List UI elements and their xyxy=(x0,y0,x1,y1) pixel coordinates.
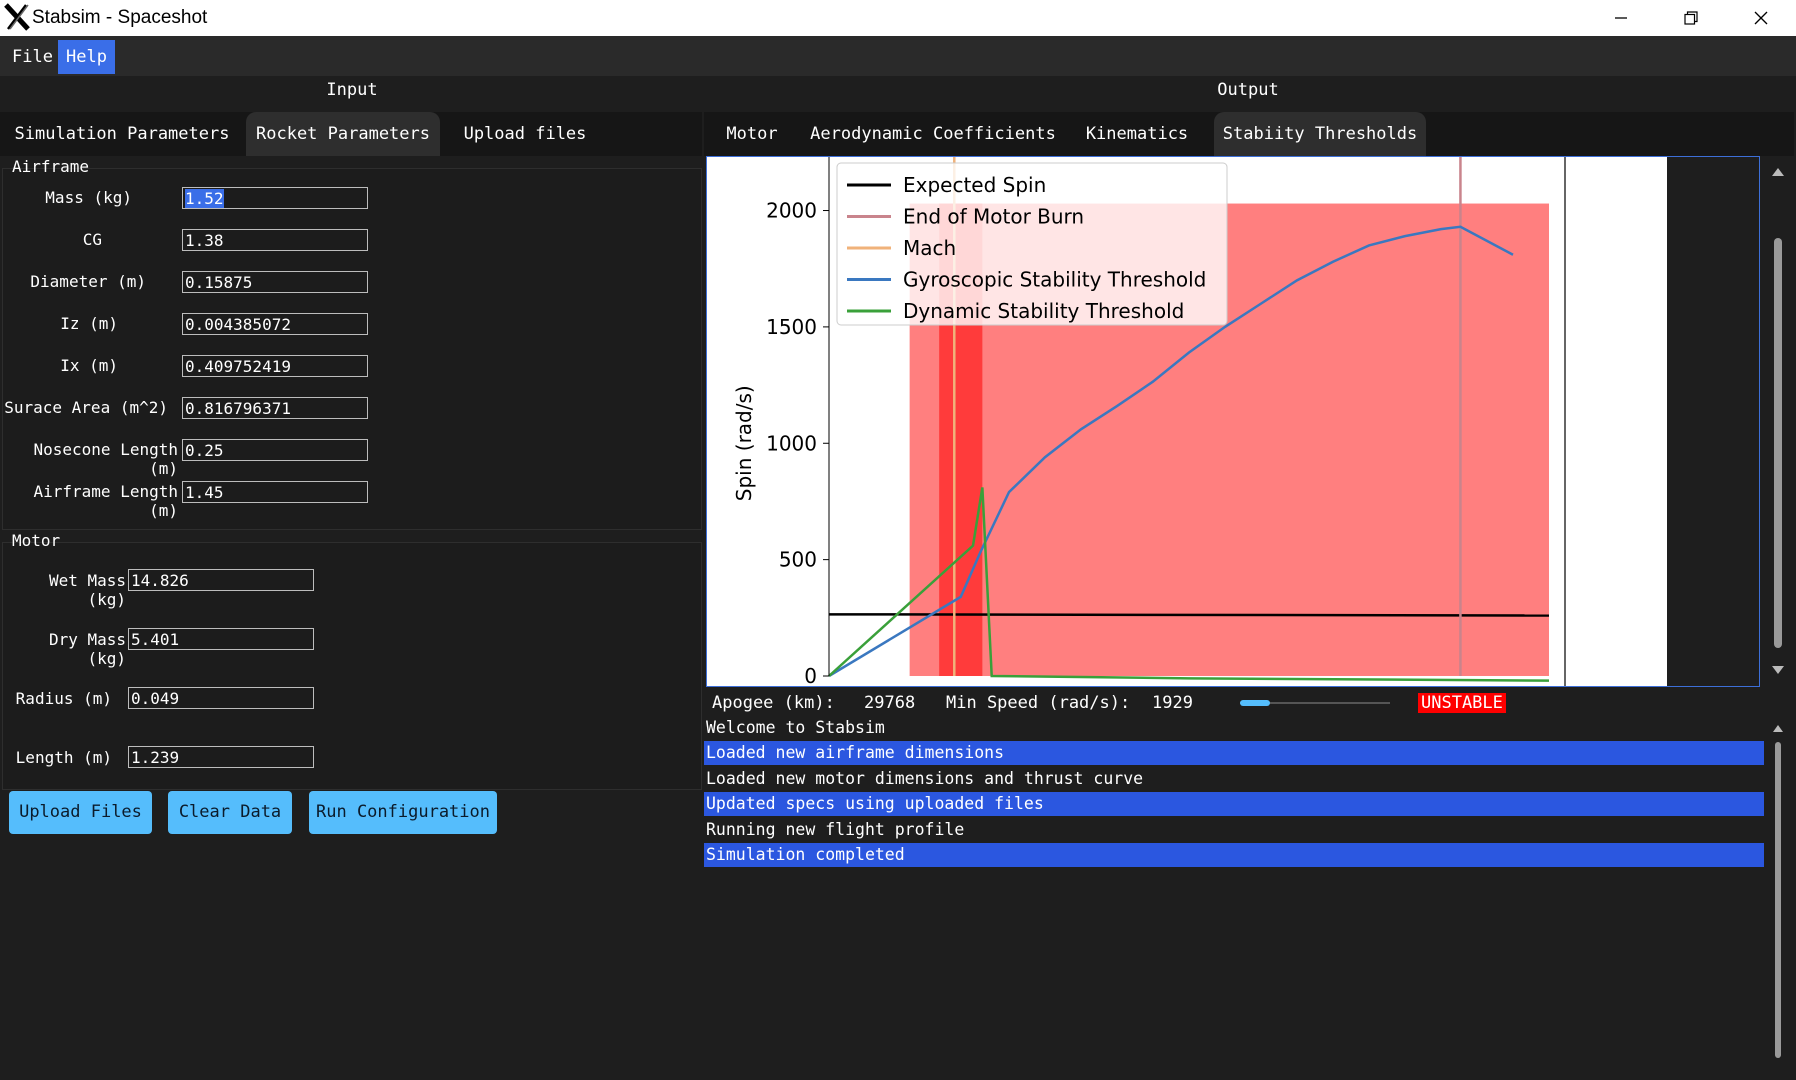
tab-simulation-parameters[interactable]: Simulation Parameters xyxy=(4,112,240,156)
progress-slider[interactable] xyxy=(1240,697,1390,709)
log-line: Running new flight profile xyxy=(706,820,965,839)
log-line: Updated specs using uploaded files xyxy=(704,792,1764,816)
log-line: Welcome to Stabsim xyxy=(706,718,885,737)
run-configuration-button[interactable]: Run Configuration xyxy=(309,791,497,834)
log-line: Simulation completed xyxy=(704,843,1764,867)
radius-field[interactable]: 0.049 xyxy=(128,687,314,709)
y-axis-label: Spin (rad/s) xyxy=(732,385,756,501)
wet-mass-field[interactable]: 14.826 xyxy=(128,569,314,591)
wet-mass-label: Wet Mass (kg) xyxy=(48,571,126,609)
plot-dark-margin xyxy=(1667,157,1759,686)
upload-files-button[interactable]: Upload Files xyxy=(9,791,152,834)
menu-help[interactable]: Help xyxy=(58,40,115,74)
tab-rocket-parameters[interactable]: Rocket Parameters xyxy=(246,112,440,156)
min-speed-value: 1929 xyxy=(1152,693,1193,713)
log-line: Loaded new motor dimensions and thrust c… xyxy=(706,769,1144,788)
airframe-section-label: Airframe xyxy=(12,157,90,176)
y-tick-label: 1000 xyxy=(766,431,817,455)
nosecone-length-field[interactable]: 0.25 xyxy=(182,439,368,461)
output-panel-heading: Output xyxy=(1217,80,1279,100)
diameter-field[interactable]: 0.15875 xyxy=(182,271,368,293)
dry-mass-label: Dry Mass (kg) xyxy=(48,630,126,668)
apogee-value: 29768 xyxy=(864,693,916,713)
iz-field[interactable]: 0.004385072 xyxy=(182,313,368,335)
plot-scrollbar[interactable] xyxy=(1764,156,1792,687)
iz-label: Iz (m) xyxy=(60,314,118,333)
stability-plot: 0 500 1000 1500 2000 Spin (rad/s) Expected Sp… xyxy=(706,156,1760,687)
log-scrollbar[interactable] xyxy=(1770,720,1786,1070)
surface-area-label: Surace Area (m^2) xyxy=(4,398,168,417)
tab-motor[interactable]: Motor xyxy=(712,112,792,156)
app-logo-icon xyxy=(4,3,30,31)
radius-label: Radius (m) xyxy=(15,689,112,708)
legend-label: Gyroscopic Stability Threshold xyxy=(903,268,1206,292)
ix-field[interactable]: 0.409752419 xyxy=(182,355,368,377)
legend-label: Mach xyxy=(903,236,956,260)
log-line: Loaded new airframe dimensions xyxy=(704,741,1764,765)
ix-label: Ix (m) xyxy=(60,356,118,375)
series-line-0 xyxy=(828,613,1550,617)
input-panel-heading: Input xyxy=(326,80,378,100)
legend-label: End of Motor Burn xyxy=(903,205,1084,229)
tab-upload-files[interactable]: Upload files xyxy=(450,112,600,156)
mass-field[interactable]: 1.52 xyxy=(182,187,368,209)
cg-field[interactable]: 1.38 xyxy=(182,229,368,251)
surface-area-field[interactable]: 0.816796371 xyxy=(182,397,368,419)
y-tick-label: 500 xyxy=(779,548,817,572)
tab-aerodynamic-coefficients[interactable]: Aerodynamic Coefficients xyxy=(808,112,1058,156)
legend-label: Expected Spin xyxy=(903,173,1046,197)
menu-file[interactable]: File xyxy=(4,40,61,74)
clear-data-button[interactable]: Clear Data xyxy=(168,791,292,834)
menu-bar: File Help xyxy=(0,36,1796,76)
y-tick-label: 1500 xyxy=(766,315,817,339)
length-field[interactable]: 1.239 xyxy=(128,746,314,768)
dry-mass-field[interactable]: 5.401 xyxy=(128,628,314,650)
airframe-length-field[interactable]: 1.45 xyxy=(182,481,368,503)
close-button[interactable] xyxy=(1726,0,1796,36)
diameter-label: Diameter (m) xyxy=(30,272,146,291)
airframe-length-label: Airframe Length (m) xyxy=(33,482,179,520)
mass-label: Mass (kg) xyxy=(45,188,132,207)
window-title: Stabsim - Spaceshot xyxy=(32,7,208,28)
y-tick-label: 0 xyxy=(804,664,817,686)
stability-status-badge: UNSTABLE xyxy=(1418,690,1506,716)
apogee-label: Apogee (km): xyxy=(712,693,835,713)
restore-button[interactable] xyxy=(1656,0,1726,36)
tab-kinematics[interactable]: Kinematics xyxy=(1074,112,1200,156)
length-label: Length (m) xyxy=(15,748,112,767)
motor-section-label: Motor xyxy=(12,531,61,550)
title-bar: Stabsim - Spaceshot xyxy=(0,0,1796,36)
nosecone-length-label: Nosecone Length (m) xyxy=(33,440,179,478)
min-speed-label: Min Speed (rad/s): xyxy=(946,693,1131,713)
cg-label: CG xyxy=(82,230,102,249)
legend-label: Dynamic Stability Threshold xyxy=(903,299,1184,323)
tab-stability-thresholds[interactable]: Stabiity Thresholds xyxy=(1214,112,1426,156)
y-tick-label: 2000 xyxy=(766,199,817,223)
minimize-button[interactable] xyxy=(1586,0,1656,36)
